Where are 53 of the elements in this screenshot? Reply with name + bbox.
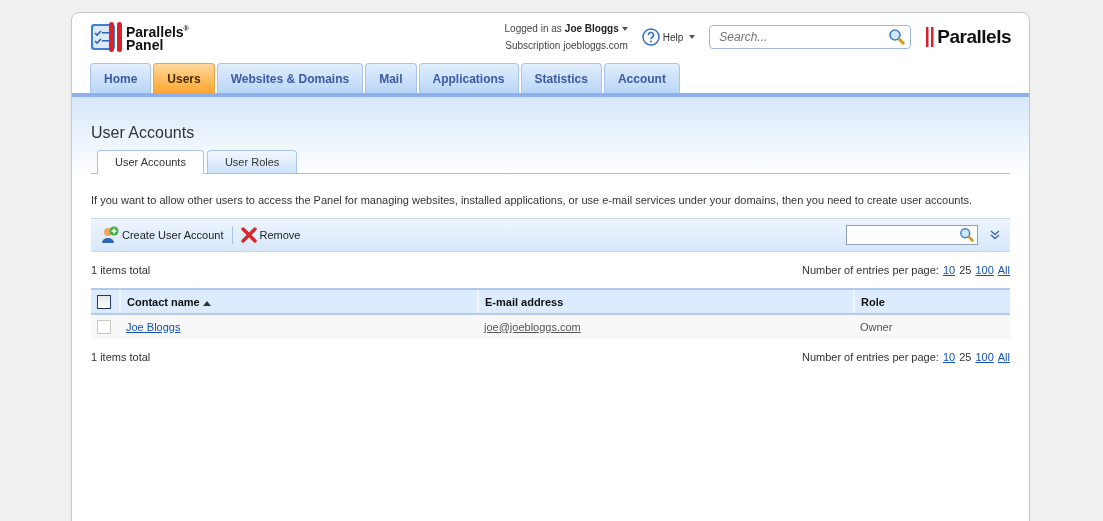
nav-tab[interactable]: Applications [418,63,519,93]
per-page-option[interactable]: 25 [959,264,972,276]
nav-tab[interactable]: Home [90,63,152,93]
toolbar-button[interactable]: Create User Account [101,226,224,244]
sub-tab[interactable]: User Roles [206,150,298,173]
per-page-option[interactable]: All [997,264,1010,276]
nav-tab[interactable]: Websites & Domains [216,63,364,93]
description-text: If you want to allow other users to access the Panel for managing websites, installed applications, or use e-mail services under your domains, then you need to create user accounts. [91,194,974,206]
search-icon[interactable] [888,28,907,46]
toolbar-button[interactable]: Remove [240,227,301,243]
panel-logo-icon [90,22,124,52]
nav-tab[interactable]: Account [603,63,680,93]
sort-ascending-icon [202,300,211,306]
contact-name-link[interactable]: Joe Bloggs [126,321,181,333]
help-menu[interactable]: Help [641,28,696,46]
items-total: 1 items total [91,264,151,276]
subscription-name: joebloggs.com [563,39,628,53]
nav-tab[interactable]: Statistics [520,63,602,93]
sub-tab[interactable]: User Accounts [97,150,204,174]
subscription-label: Subscription [505,39,561,53]
column-header[interactable]: Contact name [120,289,478,314]
brand-bars-icon [925,27,936,47]
search-icon[interactable] [959,227,975,243]
per-page-option[interactable]: 10 [942,264,956,276]
help-icon[interactable] [641,28,660,46]
search-field[interactable]: Search... [709,25,912,49]
per-page-option[interactable]: 25 [959,351,972,363]
brand-logo: Parallels [937,26,1011,48]
per-page-option[interactable]: All [997,351,1010,363]
user-menu[interactable]: Joe Bloggs [564,20,628,37]
per-page-label: Number of entries per page: [801,351,939,363]
add-user-icon [101,226,119,244]
column-header[interactable]: E-mail address [478,289,854,314]
expand-icon[interactable] [990,230,1000,240]
remove-icon [240,227,257,243]
column-header[interactable]: Role [854,289,1010,314]
per-page-label: Number of entries per page: [801,264,939,276]
nav-tab[interactable]: Users [153,63,215,93]
role-cell: Owner [860,321,893,333]
nav-tab[interactable]: Mail [365,63,417,93]
per-page-option[interactable]: 100 [975,351,994,363]
select-all-checkbox[interactable] [97,294,111,309]
list-search-field[interactable] [846,225,978,245]
per-page-option[interactable]: 100 [975,264,994,276]
page-title: User Accounts [91,123,196,143]
email-link[interactable]: joe@joebloggs.com [484,321,581,333]
logo-text: Parallels$^{®}$ Panel [126,22,189,53]
caret-icon [621,27,628,32]
row-checkbox[interactable] [97,320,111,334]
logged-in-label: Logged in as [504,22,562,36]
per-page-option[interactable]: 10 [942,351,956,363]
caret-icon [689,35,696,39]
items-total: 1 items total [91,351,151,363]
